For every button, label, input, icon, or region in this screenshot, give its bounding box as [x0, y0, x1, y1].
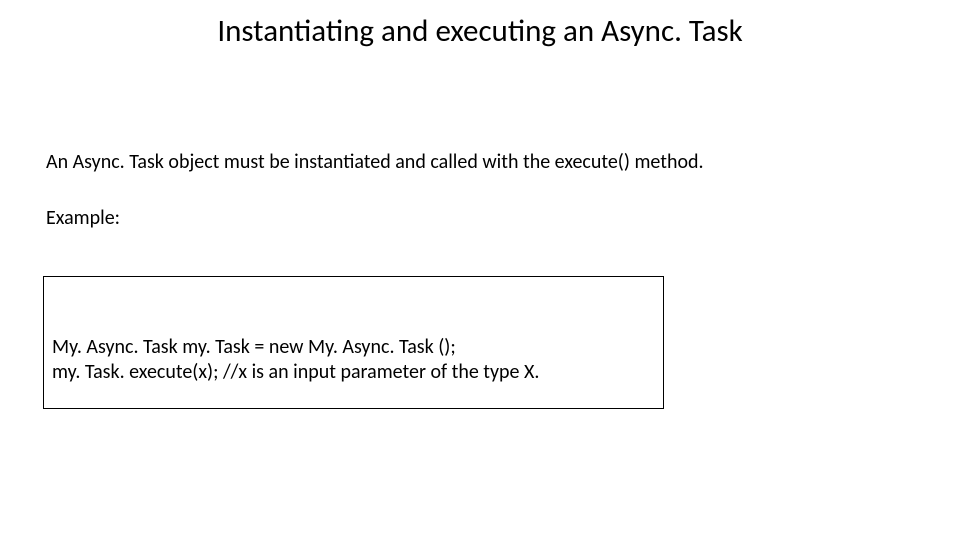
- slide-title: Instantiating and executing an Async. Ta…: [0, 0, 960, 50]
- code-line-2: my. Task. execute(x); //x is an input pa…: [52, 360, 663, 385]
- slide: Instantiating and executing an Async. Ta…: [0, 0, 960, 540]
- code-line-1: My. Async. Task my. Task = new My. Async…: [52, 335, 663, 360]
- code-box: My. Async. Task my. Task = new My. Async…: [43, 276, 664, 409]
- example-label: Example:: [0, 174, 960, 230]
- intro-text: An Async. Task object must be instantiat…: [0, 50, 960, 174]
